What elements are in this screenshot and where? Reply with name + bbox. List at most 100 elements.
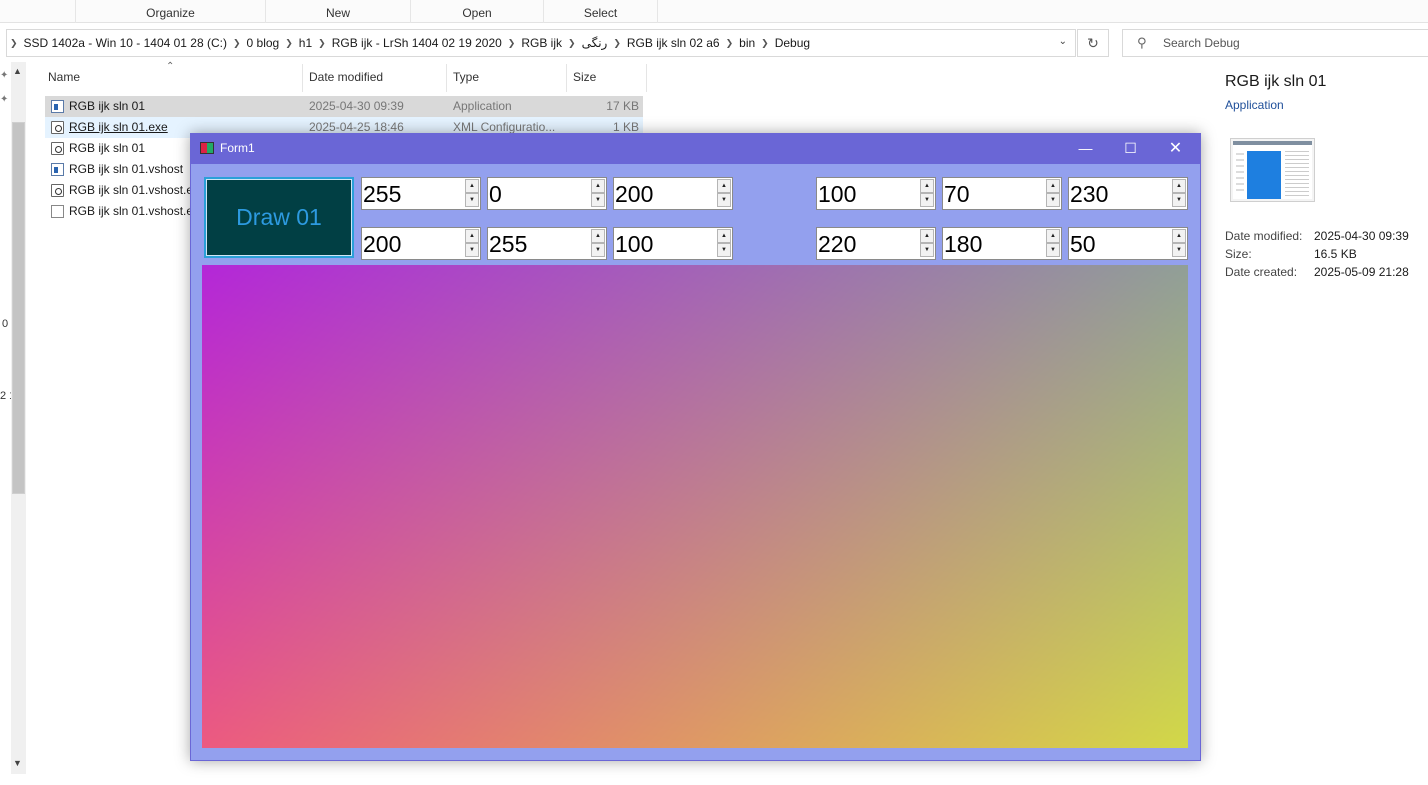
spin-up-icon[interactable]: ▲ bbox=[920, 179, 934, 193]
ribbon-group-new[interactable]: New bbox=[265, 0, 410, 23]
updown-value[interactable]: 220 bbox=[818, 231, 856, 258]
updown-value[interactable]: 200 bbox=[363, 231, 401, 258]
file-row[interactable]: RGB ijk sln 01.vshost.exe bbox=[45, 201, 191, 222]
crumb-sln-02-a6[interactable]: RGB ijk sln 02 a6 bbox=[624, 36, 723, 50]
spin-up-icon[interactable]: ▲ bbox=[1046, 179, 1060, 193]
chevron-down-icon[interactable]: ⌄ bbox=[1059, 36, 1067, 47]
maximize-button[interactable]: ☐ bbox=[1108, 133, 1153, 164]
crumb-h1[interactable]: h1 bbox=[296, 36, 315, 50]
spin-up-icon[interactable]: ▲ bbox=[1172, 229, 1186, 243]
spin-down-icon[interactable]: ▼ bbox=[920, 193, 934, 207]
crumb-rangi[interactable]: رنگی bbox=[579, 36, 611, 50]
numeric-updown[interactable]: 0 ▲ ▼ bbox=[487, 177, 607, 210]
column-header-type[interactable]: Type bbox=[447, 64, 567, 92]
spin-down-icon[interactable]: ▼ bbox=[465, 243, 479, 257]
numeric-updown[interactable]: 180 ▲ ▼ bbox=[942, 227, 1062, 260]
file-name: RGB ijk sln 01.vshost.exe bbox=[69, 204, 191, 218]
spin-down-icon[interactable]: ▼ bbox=[1172, 243, 1186, 257]
spin-down-icon[interactable]: ▼ bbox=[1046, 193, 1060, 207]
spin-up-icon[interactable]: ▲ bbox=[717, 229, 731, 243]
updown-value[interactable]: 70 bbox=[944, 181, 970, 208]
spin-down-icon[interactable]: ▼ bbox=[591, 193, 605, 207]
crumb-drive[interactable]: SSD 1402a - Win 10 - 1404 01 28 (C:) bbox=[21, 36, 230, 50]
numeric-updown[interactable]: 50 ▲ ▼ bbox=[1068, 227, 1188, 260]
search-box[interactable]: ⚲ bbox=[1122, 29, 1428, 57]
scroll-up-icon[interactable]: ▲ bbox=[13, 66, 22, 76]
chevron-right-icon[interactable]: ❯ bbox=[315, 38, 329, 49]
updown-value[interactable]: 0 bbox=[489, 181, 502, 208]
chevron-right-icon[interactable]: ❯ bbox=[505, 38, 519, 49]
spin-up-icon[interactable]: ▲ bbox=[717, 179, 731, 193]
spin-up-icon[interactable]: ▲ bbox=[465, 229, 479, 243]
spin-down-icon[interactable]: ▼ bbox=[591, 243, 605, 257]
updown-value[interactable]: 180 bbox=[944, 231, 982, 258]
ribbon-group-organize[interactable]: Organize bbox=[75, 0, 265, 23]
numeric-updown[interactable]: 255 ▲ ▼ bbox=[361, 177, 481, 210]
scroll-thumb[interactable] bbox=[12, 122, 25, 494]
search-icon: ⚲ bbox=[1137, 35, 1147, 50]
numeric-updown[interactable]: 200 ▲ ▼ bbox=[613, 177, 733, 210]
details-subtitle: Application bbox=[1225, 98, 1284, 112]
column-header-date[interactable]: Date modified bbox=[303, 64, 447, 92]
numeric-updown[interactable]: 200 ▲ ▼ bbox=[361, 227, 481, 260]
numeric-updown[interactable]: 255 ▲ ▼ bbox=[487, 227, 607, 260]
chevron-right-icon[interactable]: ❯ bbox=[565, 38, 579, 49]
spin-up-icon[interactable]: ▲ bbox=[1172, 179, 1186, 193]
spin-up-icon[interactable]: ▲ bbox=[1046, 229, 1060, 243]
chevron-right-icon[interactable]: ❯ bbox=[230, 38, 244, 49]
pin-icon: ✦ bbox=[0, 94, 9, 105]
updown-value[interactable]: 200 bbox=[615, 181, 653, 208]
file-name: RGB ijk sln 01.vshost bbox=[69, 162, 184, 176]
updown-value[interactable]: 230 bbox=[1070, 181, 1108, 208]
window-title: Form1 bbox=[220, 141, 255, 155]
updown-value[interactable]: 100 bbox=[615, 231, 653, 258]
spin-up-icon[interactable]: ▲ bbox=[591, 229, 605, 243]
ribbon-group-open[interactable]: Open bbox=[410, 0, 543, 23]
numeric-updown[interactable]: 220 ▲ ▼ bbox=[816, 227, 936, 260]
column-header-size[interactable]: Size bbox=[567, 64, 647, 92]
updown-value[interactable]: 255 bbox=[363, 181, 401, 208]
spin-up-icon[interactable]: ▲ bbox=[465, 179, 479, 193]
spin-down-icon[interactable]: ▼ bbox=[1046, 243, 1060, 257]
refresh-button[interactable]: ↻ bbox=[1077, 29, 1109, 57]
numeric-updown[interactable]: 230 ▲ ▼ bbox=[1068, 177, 1188, 210]
numeric-updown[interactable]: 70 ▲ ▼ bbox=[942, 177, 1062, 210]
crumb-rgb-lrsh[interactable]: RGB ijk - LrSh 1404 02 19 2020 bbox=[329, 36, 505, 50]
spin-down-icon[interactable]: ▼ bbox=[717, 193, 731, 207]
crumb-blog[interactable]: 0 blog bbox=[244, 36, 283, 50]
updown-value[interactable]: 50 bbox=[1070, 231, 1096, 258]
search-input[interactable] bbox=[1163, 34, 1413, 52]
draw-01-button[interactable]: Draw 01 bbox=[204, 177, 354, 258]
file-row[interactable]: RGB ijk sln 01 2025-04-30 09:39 Applicat… bbox=[45, 96, 643, 117]
chevron-right-icon[interactable]: ❯ bbox=[7, 38, 21, 49]
spin-up-icon[interactable]: ▲ bbox=[591, 179, 605, 193]
column-header-name[interactable]: Name bbox=[42, 64, 303, 92]
file-row[interactable]: RGB ijk sln 01.vshost.exe bbox=[45, 180, 191, 201]
updown-value[interactable]: 100 bbox=[818, 181, 856, 208]
scroll-down-icon[interactable]: ▼ bbox=[13, 758, 22, 768]
spin-down-icon[interactable]: ▼ bbox=[465, 193, 479, 207]
numeric-updown[interactable]: 100 ▲ ▼ bbox=[613, 227, 733, 260]
ribbon-group-select[interactable]: Select bbox=[543, 0, 658, 23]
close-button[interactable]: ✕ bbox=[1153, 133, 1198, 164]
config-file-icon bbox=[51, 184, 64, 197]
nav-scrollbar[interactable]: ▲ ▼ bbox=[11, 62, 26, 774]
minimize-button[interactable]: — bbox=[1063, 133, 1108, 164]
spin-down-icon[interactable]: ▼ bbox=[920, 243, 934, 257]
crumb-rgb-ijk[interactable]: RGB ijk bbox=[518, 36, 565, 50]
address-bar[interactable]: ❯ SSD 1402a - Win 10 - 1404 01 28 (C:) ❯… bbox=[6, 29, 1076, 57]
crumb-bin[interactable]: bin bbox=[736, 36, 758, 50]
crumb-debug[interactable]: Debug bbox=[772, 36, 813, 50]
chevron-right-icon[interactable]: ❯ bbox=[282, 38, 296, 49]
spin-up-icon[interactable]: ▲ bbox=[920, 229, 934, 243]
numeric-updown[interactable]: 100 ▲ ▼ bbox=[816, 177, 936, 210]
chevron-right-icon[interactable]: ❯ bbox=[758, 38, 772, 49]
gradient-canvas bbox=[202, 265, 1188, 748]
chevron-right-icon[interactable]: ❯ bbox=[723, 38, 737, 49]
spin-down-icon[interactable]: ▼ bbox=[1172, 193, 1186, 207]
form1-titlebar[interactable]: Form1 — ☐ ✕ bbox=[190, 133, 1201, 164]
chevron-right-icon[interactable]: ❯ bbox=[610, 38, 624, 49]
file-name: RGB ijk sln 01 bbox=[69, 99, 146, 113]
updown-value[interactable]: 255 bbox=[489, 231, 527, 258]
spin-down-icon[interactable]: ▼ bbox=[717, 243, 731, 257]
